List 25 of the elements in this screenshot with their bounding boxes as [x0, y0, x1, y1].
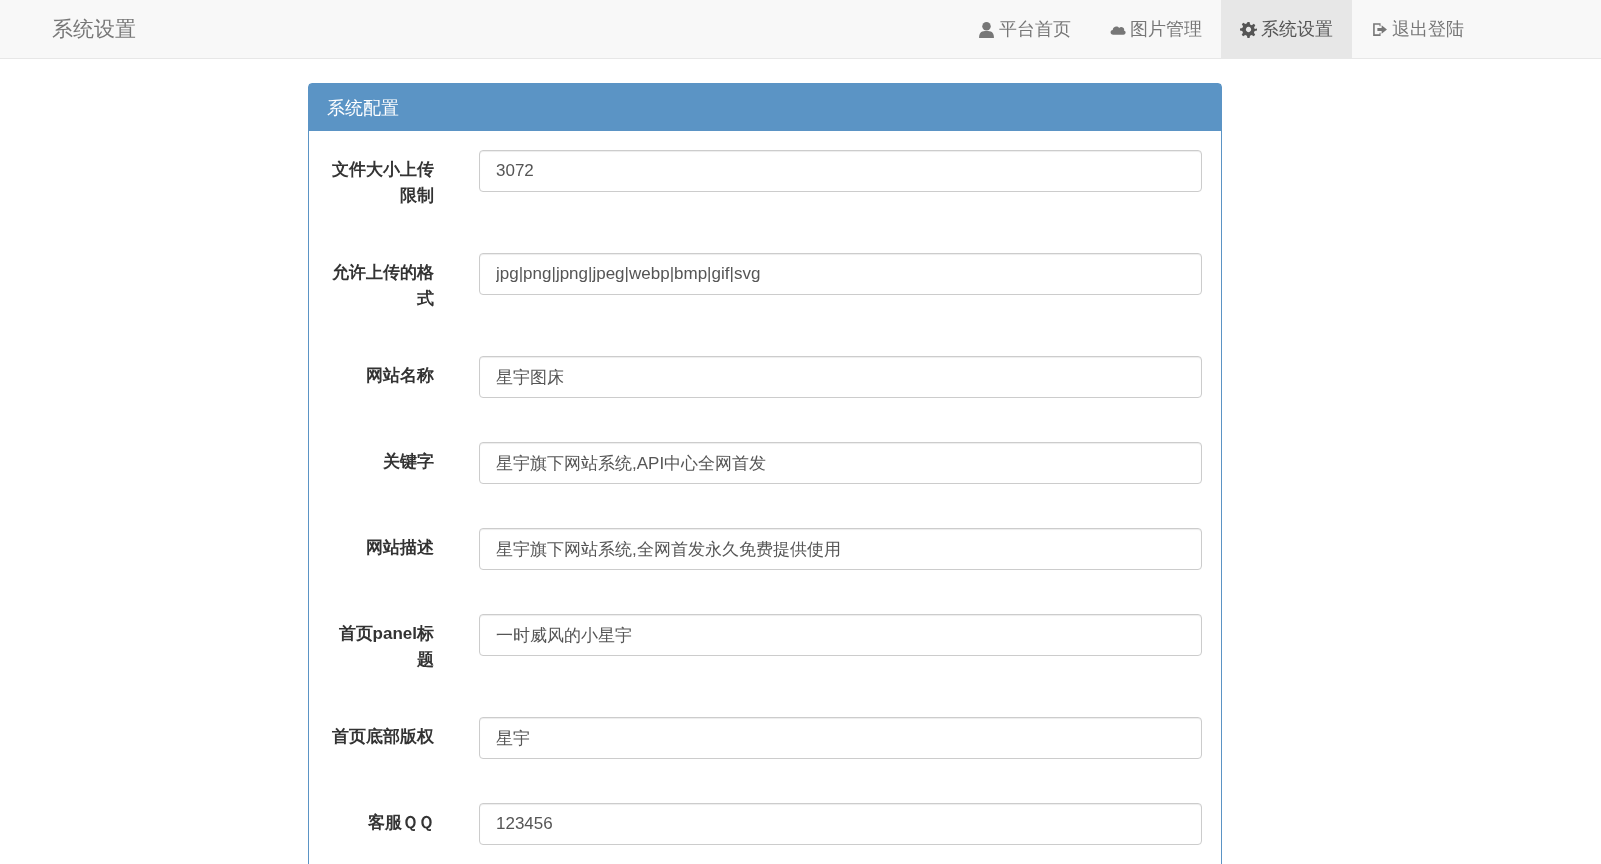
brand-title[interactable]: 系统设置 — [0, 0, 136, 58]
input-field[interactable]: 一时威风的小星宇 — [479, 614, 1202, 656]
field-label: 文件大小上传限制 — [331, 159, 434, 207]
input-field[interactable]: jpg|png|jpng|jpeg|webp|bmp|gif|svg — [479, 253, 1202, 295]
input-field[interactable]: 星宇旗下网站系统,全网首发永久免费提供使用 — [479, 528, 1202, 570]
field-label: 允许上传的格式 — [331, 262, 434, 310]
field-label: 首页底部版权 — [331, 726, 434, 748]
input-field[interactable]: 星宇旗下网站系统,API中心全网首发 — [479, 442, 1202, 484]
input-field[interactable]: 星宇图床 — [479, 356, 1202, 398]
input-field[interactable]: 星宇 — [479, 717, 1202, 759]
input-field[interactable]: 3072 — [479, 150, 1202, 192]
nav-item[interactable]: 系统设置 — [1221, 0, 1352, 58]
field-label: 关键字 — [382, 451, 434, 473]
field-label: 网站描述 — [365, 537, 434, 559]
user-icon — [978, 20, 995, 38]
nav-item[interactable]: 平台首页 — [959, 0, 1090, 58]
field-label: 客服ＱＱ — [367, 812, 434, 834]
nav-item[interactable]: 退出登陆 — [1352, 0, 1483, 58]
panel-title: 系统配置 — [309, 84, 1221, 131]
field-label: 网站名称 — [365, 365, 434, 387]
settings-icon — [1240, 20, 1257, 38]
field-label: 首页panel标题 — [337, 623, 434, 671]
logout-icon — [1371, 20, 1388, 38]
nav-item[interactable]: 图片管理 — [1090, 0, 1221, 58]
input-field[interactable]: 123456 — [479, 803, 1202, 845]
